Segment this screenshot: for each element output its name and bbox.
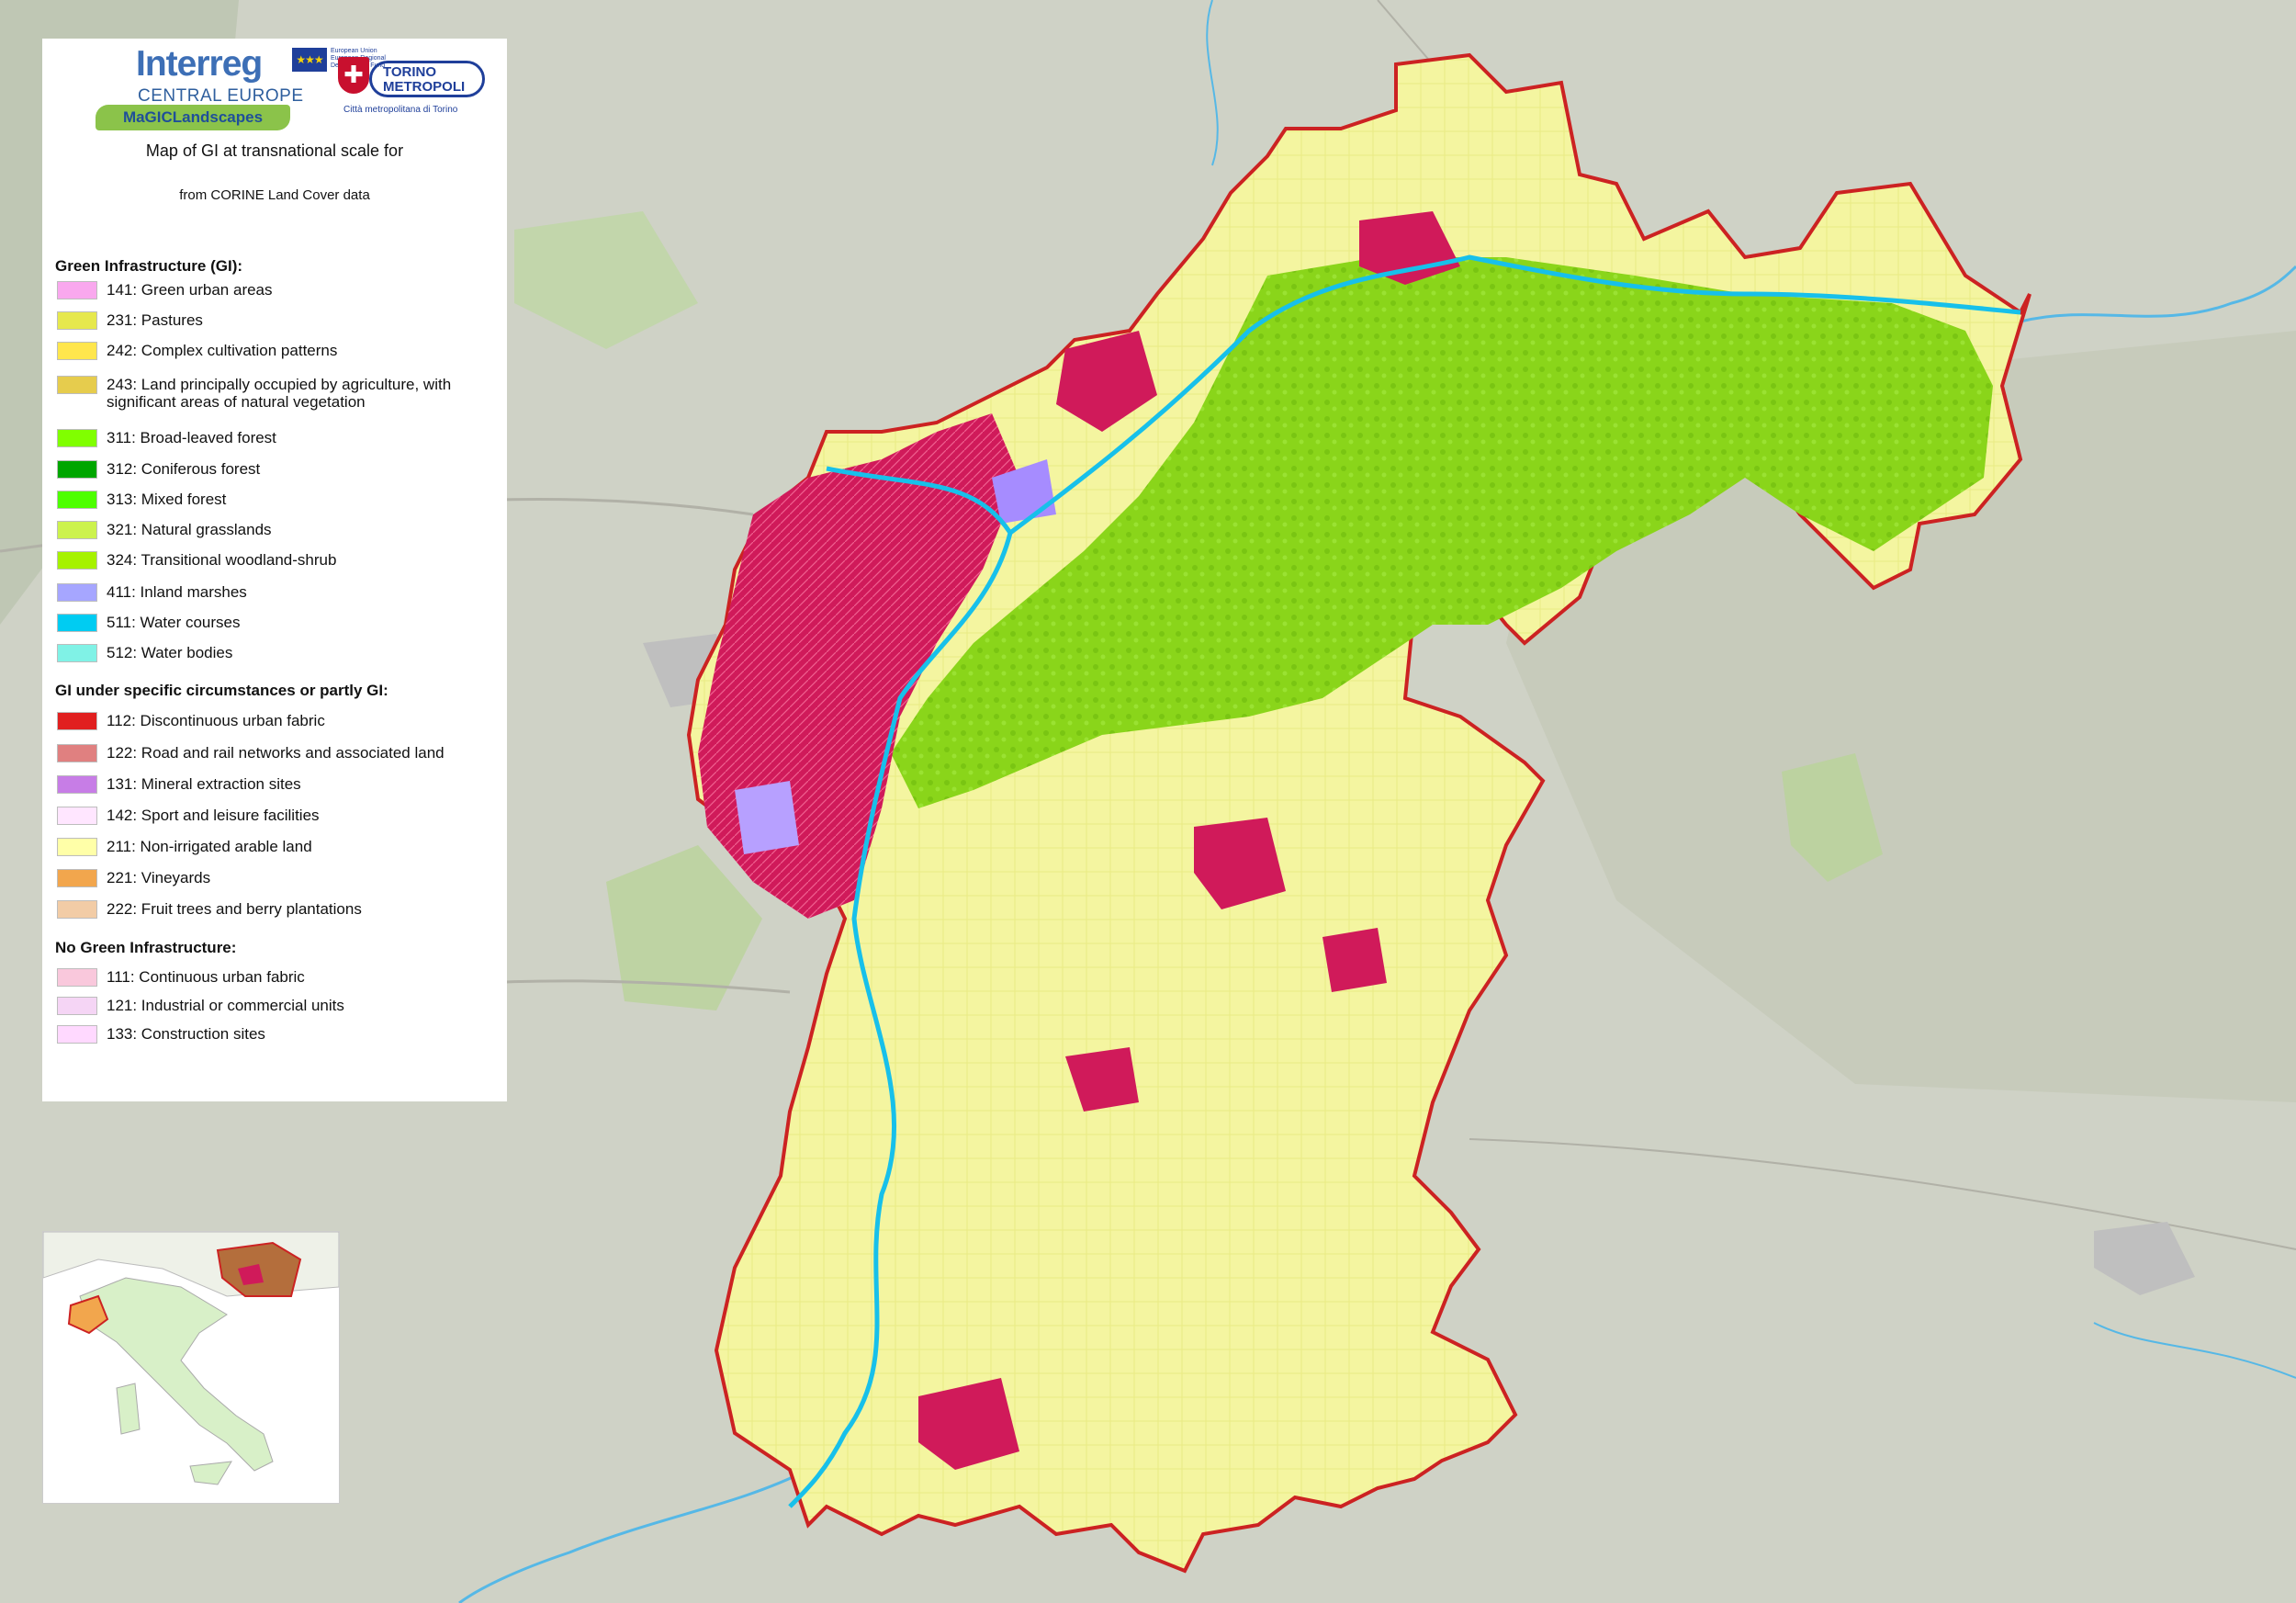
legend-label-243: 243: Land principally occupied by agricu… <box>107 376 452 411</box>
legend-label-221: 221: Vineyards <box>107 869 211 886</box>
legend-swatch-511 <box>57 614 97 632</box>
legend-label-141: 141: Green urban areas <box>107 281 273 299</box>
legend-label-211: 211: Non-irrigated arable land <box>107 838 312 855</box>
legend-label-122: 122: Road and rail networks and associat… <box>107 744 445 762</box>
legend-label-321: 321: Natural grasslands <box>107 521 272 538</box>
legend-swatch-112 <box>57 712 97 730</box>
legend-subtitle: from CORINE Land Cover data <box>179 187 370 203</box>
legend-item-511: 511: Water courses <box>57 614 507 632</box>
legend-section-heading: GI under specific circumstances or partl… <box>55 682 388 699</box>
legend-label-111: 111: Continuous urban fabric <box>107 968 305 986</box>
legend-item-313: 313: Mixed forest <box>57 491 507 509</box>
torino-name: TORINO METROPOLI <box>369 61 485 97</box>
legend-item-122: 122: Road and rail networks and associat… <box>57 744 507 762</box>
legend-swatch-512 <box>57 644 97 662</box>
italy-locator-map <box>42 1231 340 1503</box>
legend-label-112: 112: Discontinuous urban fabric <box>107 712 325 729</box>
legend-label-324: 324: Transitional woodland-shrub <box>107 551 337 569</box>
legend-swatch-121 <box>57 997 97 1015</box>
legend-label-511: 511: Water courses <box>107 614 241 631</box>
legend-item-142: 142: Sport and leisure facilities <box>57 807 507 825</box>
legend-item-243: 243: Land principally occupied by agricu… <box>57 376 507 411</box>
torino-shield-icon: ✚ <box>338 57 369 94</box>
legend-swatch-324 <box>57 551 97 570</box>
interreg-wordmark: Interreg <box>136 44 263 84</box>
legend-swatch-221 <box>57 869 97 887</box>
legend-item-231: 231: Pastures <box>57 311 507 330</box>
legend-section-heading: Green Infrastructure (GI): <box>55 257 243 275</box>
sardinia <box>116 1383 141 1435</box>
legend-swatch-231 <box>57 311 97 330</box>
legend-label-121: 121: Industrial or commercial units <box>107 997 344 1014</box>
legend-item-221: 221: Vineyards <box>57 869 507 887</box>
legend-label-142: 142: Sport and leisure facilities <box>107 807 320 824</box>
legend-item-141: 141: Green urban areas <box>57 281 507 299</box>
legend-swatch-311 <box>57 429 97 447</box>
legend-item-112: 112: Discontinuous urban fabric <box>57 712 507 730</box>
legend-label-133: 133: Construction sites <box>107 1025 265 1043</box>
legend-label-222: 222: Fruit trees and berry plantations <box>107 900 362 918</box>
torino-sub: Città metropolitana di Torino <box>343 105 458 115</box>
legend-swatch-131 <box>57 775 97 794</box>
legend-item-324: 324: Transitional woodland-shrub <box>57 551 507 570</box>
legend-swatch-141 <box>57 281 97 299</box>
legend-section-heading: No Green Infrastructure: <box>55 939 237 956</box>
legend-item-111: 111: Continuous urban fabric <box>57 968 507 987</box>
legend-item-321: 321: Natural grasslands <box>57 521 507 539</box>
legend-swatch-411 <box>57 583 97 602</box>
legend-label-411: 411: Inland marshes <box>107 583 247 601</box>
legend-label-131: 131: Mineral extraction sites <box>107 775 301 793</box>
legend-swatch-211 <box>57 838 97 856</box>
magic-landscapes-logo: MaGICLandscapes <box>96 105 290 130</box>
legend-panel: Interreg CENTRAL EUROPE ★★★ European Uni… <box>42 39 507 1101</box>
legend-title: Map of GI at transnational scale for <box>145 141 404 160</box>
torino-metropoli-logo: ✚ TORINO METROPOLI Città metropolitana d… <box>338 57 503 130</box>
legend-label-312: 312: Coniferous forest <box>107 460 261 478</box>
legend-label-231: 231: Pastures <box>107 311 203 329</box>
legend-item-411: 411: Inland marshes <box>57 583 507 602</box>
legend-item-121: 121: Industrial or commercial units <box>57 997 507 1015</box>
legend-swatch-111 <box>57 968 97 987</box>
legend-swatch-133 <box>57 1025 97 1044</box>
legend-swatch-142 <box>57 807 97 825</box>
legend-swatch-242 <box>57 342 97 360</box>
legend-item-512: 512: Water bodies <box>57 644 507 662</box>
urban-poirino <box>1322 928 1387 992</box>
legend-item-242: 242: Complex cultivation patterns <box>57 342 507 360</box>
legend-swatch-122 <box>57 744 97 762</box>
legend-swatch-312 <box>57 460 97 479</box>
legend-item-311: 311: Broad-leaved forest <box>57 429 507 447</box>
legend-item-131: 131: Mineral extraction sites <box>57 775 507 794</box>
eu-flag-icon: ★★★ <box>292 48 327 72</box>
legend-label-242: 242: Complex cultivation patterns <box>107 342 338 359</box>
legend-label-311: 311: Broad-leaved forest <box>107 429 276 446</box>
marsh-patch-2 <box>735 781 799 854</box>
locator-inset <box>42 1231 340 1504</box>
legend-label-313: 313: Mixed forest <box>107 491 227 508</box>
legend-item-133: 133: Construction sites <box>57 1025 507 1044</box>
legend-swatch-222 <box>57 900 97 919</box>
legend-item-312: 312: Coniferous forest <box>57 460 507 479</box>
legend-item-211: 211: Non-irrigated arable land <box>57 838 507 856</box>
legend-label-512: 512: Water bodies <box>107 644 233 661</box>
logo-bar: Interreg CENTRAL EUROPE ★★★ European Uni… <box>42 39 507 140</box>
central-europe-label: CENTRAL EUROPE <box>138 86 304 106</box>
legend-item-222: 222: Fruit trees and berry plantations <box>57 900 507 919</box>
legend-swatch-321 <box>57 521 97 539</box>
legend-swatch-243 <box>57 376 97 394</box>
legend-swatch-313 <box>57 491 97 509</box>
